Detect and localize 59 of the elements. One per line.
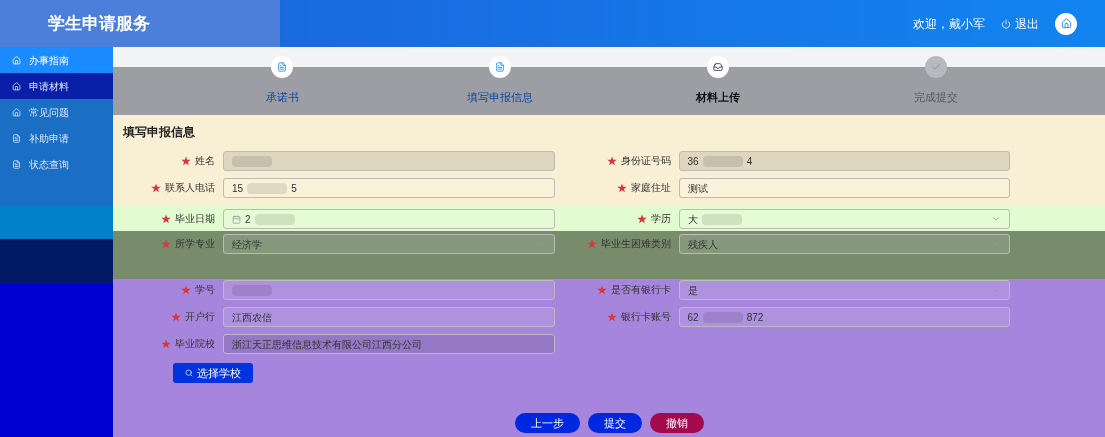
sidebar-item[interactable]: 申请材料	[0, 73, 113, 99]
sidebar-item[interactable]: 补助申请	[0, 125, 113, 151]
calendar-icon	[232, 214, 241, 224]
choose-school-button[interactable]: 选择学校	[173, 363, 253, 383]
field-label: 所学专业	[175, 237, 215, 251]
logout-link[interactable]: 退出	[1001, 14, 1039, 33]
field-label: 学历	[650, 212, 671, 226]
tray-icon	[713, 62, 723, 72]
field-label: 毕业日期	[175, 212, 215, 226]
welcome-text: 欢迎，戴小军	[913, 15, 985, 33]
field-label: 是否有银行卡	[610, 283, 671, 297]
search-icon	[185, 369, 193, 377]
clipboard-icon	[495, 62, 505, 72]
field-label: 开户行	[185, 310, 215, 324]
chevron-icon	[991, 214, 1001, 224]
select-field[interactable]: 是	[678, 280, 1010, 300]
date-field[interactable]: 2	[223, 209, 555, 229]
app-title: 学生申请服务	[48, 12, 150, 35]
check-icon	[931, 62, 941, 72]
select-field[interactable]: 经济学	[223, 234, 555, 254]
action-button[interactable]: 上一步	[514, 413, 580, 433]
step-label: 完成提交	[914, 90, 958, 105]
field-label: 学号	[195, 283, 215, 297]
action-button[interactable]: 撤销	[649, 413, 704, 433]
select-field[interactable]: 残疾人	[678, 234, 1010, 254]
input-field[interactable]: 62 872	[678, 307, 1010, 327]
step-label: 填写申报信息	[467, 90, 533, 105]
power-icon	[1001, 18, 1011, 29]
select-field[interactable]: 大	[678, 209, 1010, 229]
action-button[interactable]: 提交	[587, 413, 642, 433]
home-icon	[1060, 18, 1072, 29]
home-icon	[12, 107, 21, 117]
document-icon	[12, 159, 21, 169]
step-label: 材料上传	[696, 90, 740, 105]
input-field[interactable]: 江西农信	[223, 307, 555, 327]
blur-mask	[247, 182, 288, 194]
home-icon	[12, 81, 21, 91]
clipboard-icon	[277, 62, 287, 72]
input-field[interactable]: 测试	[678, 178, 1010, 198]
document-icon	[12, 133, 21, 143]
field-label: 银行卡账号	[620, 310, 671, 324]
field-label: 身份证号码	[620, 154, 671, 168]
input-field[interactable]	[223, 280, 555, 300]
home-button[interactable]	[1055, 12, 1077, 35]
step-label: 承诺书	[265, 90, 299, 105]
field-label: 毕业生困难类别	[600, 237, 671, 251]
field-label: 家庭住址	[630, 181, 671, 195]
input-field[interactable]: 15 5	[223, 178, 555, 198]
field-label: 联系人电话	[165, 181, 215, 195]
sidebar-item[interactable]: 常见问题	[0, 99, 113, 125]
field-label: 姓名	[195, 154, 215, 168]
chevron-icon	[991, 285, 1001, 295]
blur-mask	[701, 213, 742, 225]
home-icon	[12, 55, 21, 65]
section-title: 填写申报信息	[123, 124, 196, 141]
sidebar-item[interactable]: 状态查询	[0, 151, 113, 177]
blur-mask	[254, 213, 295, 225]
field-label: 毕业院校	[175, 337, 215, 351]
sidebar-item[interactable]: 办事指南	[0, 47, 113, 73]
